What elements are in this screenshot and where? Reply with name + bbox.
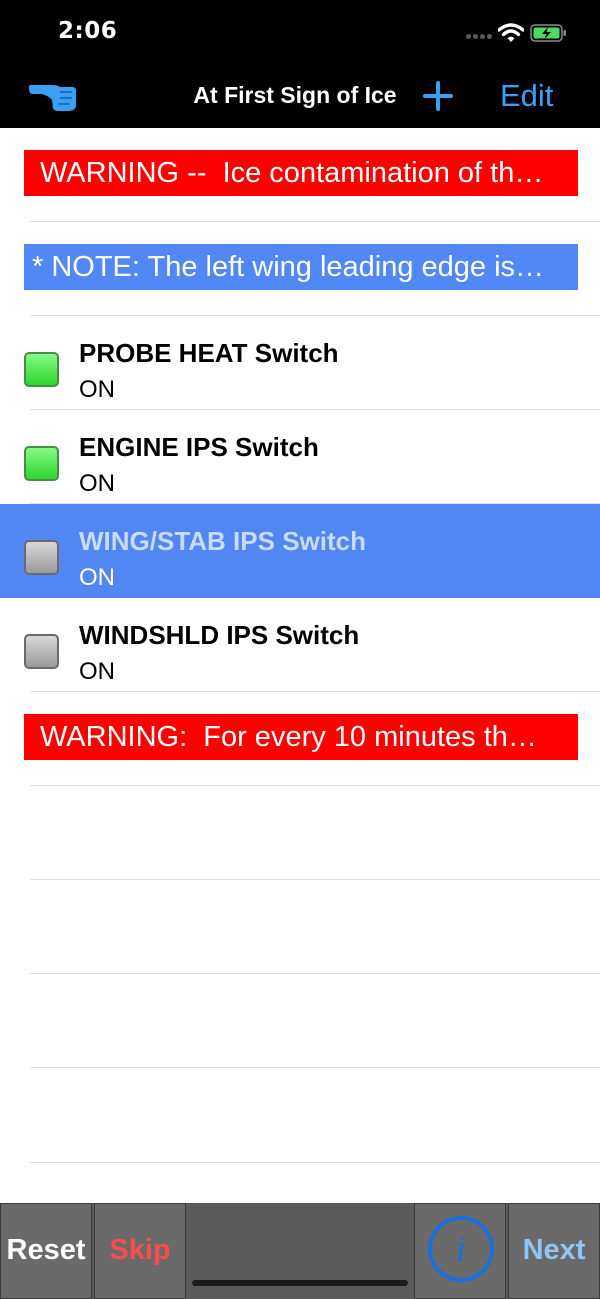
cellular-signal-icon (466, 34, 492, 42)
info-button[interactable]: i (414, 1203, 506, 1299)
item-title: ENGINE IPS Switch (79, 432, 319, 462)
add-icon[interactable] (420, 78, 456, 114)
item-value: ON (79, 658, 115, 685)
wifi-icon (498, 23, 524, 42)
nav-title: At First Sign of Ice (193, 82, 397, 108)
status-time: 2:06 (58, 18, 118, 44)
checkbox-checked-icon[interactable] (24, 352, 59, 387)
item-value: ON (79, 376, 115, 403)
checklist-item-selected[interactable]: WING/STAB IPS Switch ON (0, 504, 600, 598)
item-title: WING/STAB IPS Switch (79, 526, 366, 556)
checklist-item[interactable]: ENGINE IPS Switch ON (0, 410, 600, 504)
checkbox-checked-icon[interactable] (24, 446, 59, 481)
next-button[interactable]: Next (508, 1203, 600, 1299)
next-label: Next (522, 1234, 586, 1266)
row-separator (30, 1067, 600, 1068)
skip-label: Skip (109, 1234, 171, 1266)
battery-charging-icon (530, 24, 566, 42)
reset-label: Reset (6, 1234, 86, 1266)
empty-row (0, 1069, 600, 1163)
checkbox-unchecked-icon[interactable] (24, 540, 59, 575)
checklist-item[interactable]: WINDSHLD IPS Switch ON (0, 598, 600, 692)
reset-button[interactable]: Reset (0, 1203, 92, 1299)
skip-button[interactable]: Skip (94, 1203, 186, 1299)
item-title: WINDSHLD IPS Switch (79, 620, 360, 650)
home-indicator[interactable] (192, 1280, 408, 1286)
row-separator (30, 1162, 600, 1163)
edit-button[interactable]: Edit (500, 78, 553, 114)
item-value: ON (79, 470, 115, 497)
empty-row (0, 786, 600, 880)
empty-row (0, 974, 600, 1068)
pointing-hand-icon[interactable] (28, 78, 78, 114)
checkbox-unchecked-icon[interactable] (24, 634, 59, 669)
item-title: PROBE HEAT Switch (79, 338, 339, 368)
list-row-note[interactable]: * NOTE: The left wing leading edge is… (0, 222, 600, 316)
item-value: ON (79, 564, 115, 591)
warning-banner: WARNING: For every 10 minutes th… (24, 714, 578, 760)
info-glyph: i (455, 1230, 467, 1270)
checklist-item[interactable]: PROBE HEAT Switch ON (0, 316, 600, 410)
info-icon: i (428, 1216, 494, 1282)
top-bar: 2:06 At First Sign of Ice Edit (0, 0, 600, 128)
list-row-warning[interactable]: WARNING -- Ice contamination of th… (0, 128, 600, 222)
list-row-warning[interactable]: WARNING: For every 10 minutes th… (0, 692, 600, 786)
warning-banner: WARNING -- Ice contamination of th… (24, 150, 578, 196)
note-banner: * NOTE: The left wing leading edge is… (24, 244, 578, 290)
empty-row (0, 880, 600, 974)
